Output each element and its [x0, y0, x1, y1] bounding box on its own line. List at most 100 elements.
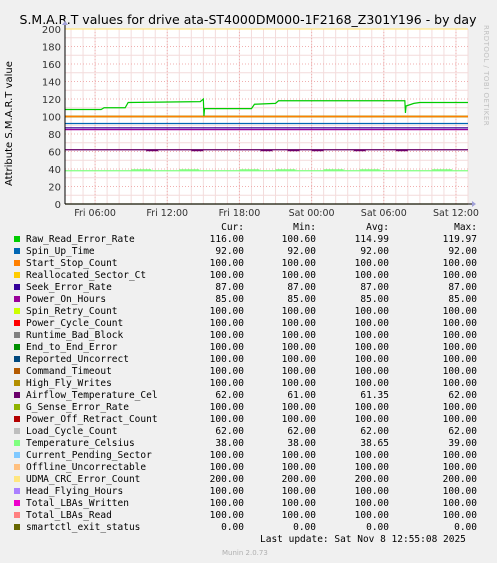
- legend-max: 100.00: [442, 414, 477, 425]
- legend-swatch: [14, 236, 20, 242]
- legend-name: Total_LBAs_Read: [26, 510, 112, 521]
- legend-swatch: [14, 524, 20, 530]
- legend-min: 100.00: [281, 306, 316, 317]
- legend-name: Power_On_Hours: [26, 294, 107, 305]
- legend-avg: 100.00: [354, 270, 389, 281]
- chart-title: S.M.A.R.T values for drive ata-ST4000DM0…: [20, 12, 478, 27]
- legend-header-max: Max:: [454, 222, 477, 233]
- legend-min: 100.00: [281, 450, 316, 461]
- legend-min: 62.00: [287, 426, 316, 437]
- legend-max: 100.00: [442, 402, 477, 413]
- legend-cur: 100.00: [209, 486, 244, 497]
- legend-min: 100.00: [281, 342, 316, 353]
- legend-name: Seek_Error_Rate: [26, 282, 112, 293]
- legend-max: 62.00: [448, 390, 477, 401]
- legend-min: 100.00: [281, 498, 316, 509]
- legend-cur: 100.00: [209, 354, 244, 365]
- y-tick-label: 120: [42, 95, 61, 106]
- legend-min: 100.00: [281, 258, 316, 269]
- x-axis-ticks: Fri 06:00 Fri 12:00 Fri 18:00 Sat 00:00 Sat …: [74, 208, 479, 219]
- legend-min: 100.00: [281, 318, 316, 329]
- munin-version: Munin 2.0.73: [222, 549, 268, 557]
- legend-max: 0.00: [454, 522, 477, 533]
- legend-max: 100.00: [442, 510, 477, 521]
- legend-swatch: [14, 260, 20, 266]
- legend-avg: 100.00: [354, 306, 389, 317]
- legend-max: 100.00: [442, 498, 477, 509]
- legend-header-min: Min:: [293, 222, 316, 233]
- legend-name: Reported_Uncorrect: [26, 354, 129, 365]
- legend-row-offline-uncorrectable: Offline_Uncorrectable 100.00 100.00 100.00 1…: [14, 462, 484, 474]
- last-update-text: Last update: Sat Nov 8 12:55:08 2025: [260, 534, 466, 545]
- y-tick-label: 80: [48, 130, 61, 141]
- legend-min: 85.00: [287, 294, 316, 305]
- legend-name: Airflow_Temperature_Cel: [26, 390, 158, 401]
- legend-swatch: [14, 428, 20, 434]
- legend-max: 100.00: [442, 330, 477, 341]
- legend-avg: 100.00: [354, 258, 389, 269]
- legend-max: 100.00: [442, 258, 477, 269]
- y-tick-label: 40: [48, 165, 61, 176]
- legend-swatch: [14, 512, 20, 518]
- legend-name: Temperature_Celsius: [26, 438, 135, 449]
- legend-avg: 100.00: [354, 354, 389, 365]
- legend-name: End_to_End_Error: [26, 342, 118, 353]
- legend-avg: 38.65: [360, 438, 389, 449]
- legend-cur: 87.00: [215, 282, 244, 293]
- legend-row-end-to-end-error: End_to_End_Error 100.00 100.00 100.00 100.00: [14, 342, 484, 354]
- legend-max: 100.00: [442, 354, 477, 365]
- legend-min: 100.00: [281, 366, 316, 377]
- y-tick-label: 0: [55, 200, 61, 211]
- legend-avg: 100.00: [354, 414, 389, 425]
- legend-row-airflow-temperature-cel: Airflow_Temperature_Cel 62.00 61.00 61.35 62…: [14, 390, 484, 402]
- legend-avg: 100.00: [354, 510, 389, 521]
- legend-avg: 100.00: [354, 378, 389, 389]
- legend-swatch: [14, 308, 20, 314]
- legend-row-head-flying-hours: Head_Flying_Hours 100.00 100.00 100.00 100.0…: [14, 486, 484, 498]
- legend-swatch: [14, 344, 20, 350]
- legend-row-load-cycle-count: Load_Cycle_Count 62.00 62.00 62.00 62.00: [14, 426, 484, 438]
- legend-swatch: [14, 392, 20, 398]
- legend-swatch: [14, 272, 20, 278]
- legend-min: 100.00: [281, 414, 316, 425]
- legend-name: Total_LBAs_Written: [26, 498, 129, 509]
- legend-avg: 100.00: [354, 450, 389, 461]
- x-tick-label: Fri 12:00: [146, 208, 188, 219]
- y-tick-label: 180: [42, 43, 61, 54]
- y-tick-label: 20: [48, 183, 61, 194]
- y-axis-ticks: 0 20 40 60 80 100 120 140 160 180 200: [42, 25, 61, 211]
- legend-cur: 100.00: [209, 318, 244, 329]
- legend-name: Spin_Up_Time: [26, 246, 95, 257]
- legend-row-reported-uncorrect: Reported_Uncorrect 100.00 100.00 100.00 100.…: [14, 354, 484, 366]
- legend-avg: 100.00: [354, 342, 389, 353]
- legend-avg: 200.00: [354, 474, 389, 485]
- legend-name: Command_Timeout: [26, 366, 112, 377]
- legend-row-high-fly-writes: High_Fly_Writes 100.00 100.00 100.00 100.00: [14, 378, 484, 390]
- legend-swatch: [14, 356, 20, 362]
- legend-min: 100.00: [281, 462, 316, 473]
- legend-name: Head_Flying_Hours: [26, 486, 124, 497]
- legend-min: 100.00: [281, 510, 316, 521]
- legend-rows: Raw_Read_Error_Rate 116.00 100.60 114.99 119…: [14, 234, 484, 534]
- legend-cur: 62.00: [215, 426, 244, 437]
- x-tick-label: Sat 06:00: [361, 208, 407, 219]
- legend-swatch: [14, 416, 20, 422]
- legend-row-spin-up-time: Spin_Up_Time 92.00 92.00 92.00 92.00: [14, 246, 484, 258]
- legend-max: 62.00: [448, 426, 477, 437]
- legend-min: 100.00: [281, 330, 316, 341]
- legend-max: 92.00: [448, 246, 477, 257]
- legend-cur: 100.00: [209, 258, 244, 269]
- legend-cur: 100.00: [209, 450, 244, 461]
- legend-cur: 100.00: [209, 306, 244, 317]
- legend-name: Runtime_Bad_Block: [26, 330, 124, 341]
- legend-swatch: [14, 380, 20, 386]
- legend-min: 100.00: [281, 486, 316, 497]
- legend-min: 61.00: [287, 390, 316, 401]
- legend-max: 100.00: [442, 366, 477, 377]
- legend-row-reallocated-sector-ct: Reallocated_Sector_Ct 100.00 100.00 100.00 1…: [14, 270, 484, 282]
- legend-row-total-lbas-written: Total_LBAs_Written 100.00 100.00 100.00 100.…: [14, 498, 484, 510]
- legend-min: 38.00: [287, 438, 316, 449]
- legend-name: Start_Stop_Count: [26, 258, 118, 269]
- legend-row-runtime-bad-block: Runtime_Bad_Block 100.00 100.00 100.00 100.0…: [14, 330, 484, 342]
- legend-max: 100.00: [442, 486, 477, 497]
